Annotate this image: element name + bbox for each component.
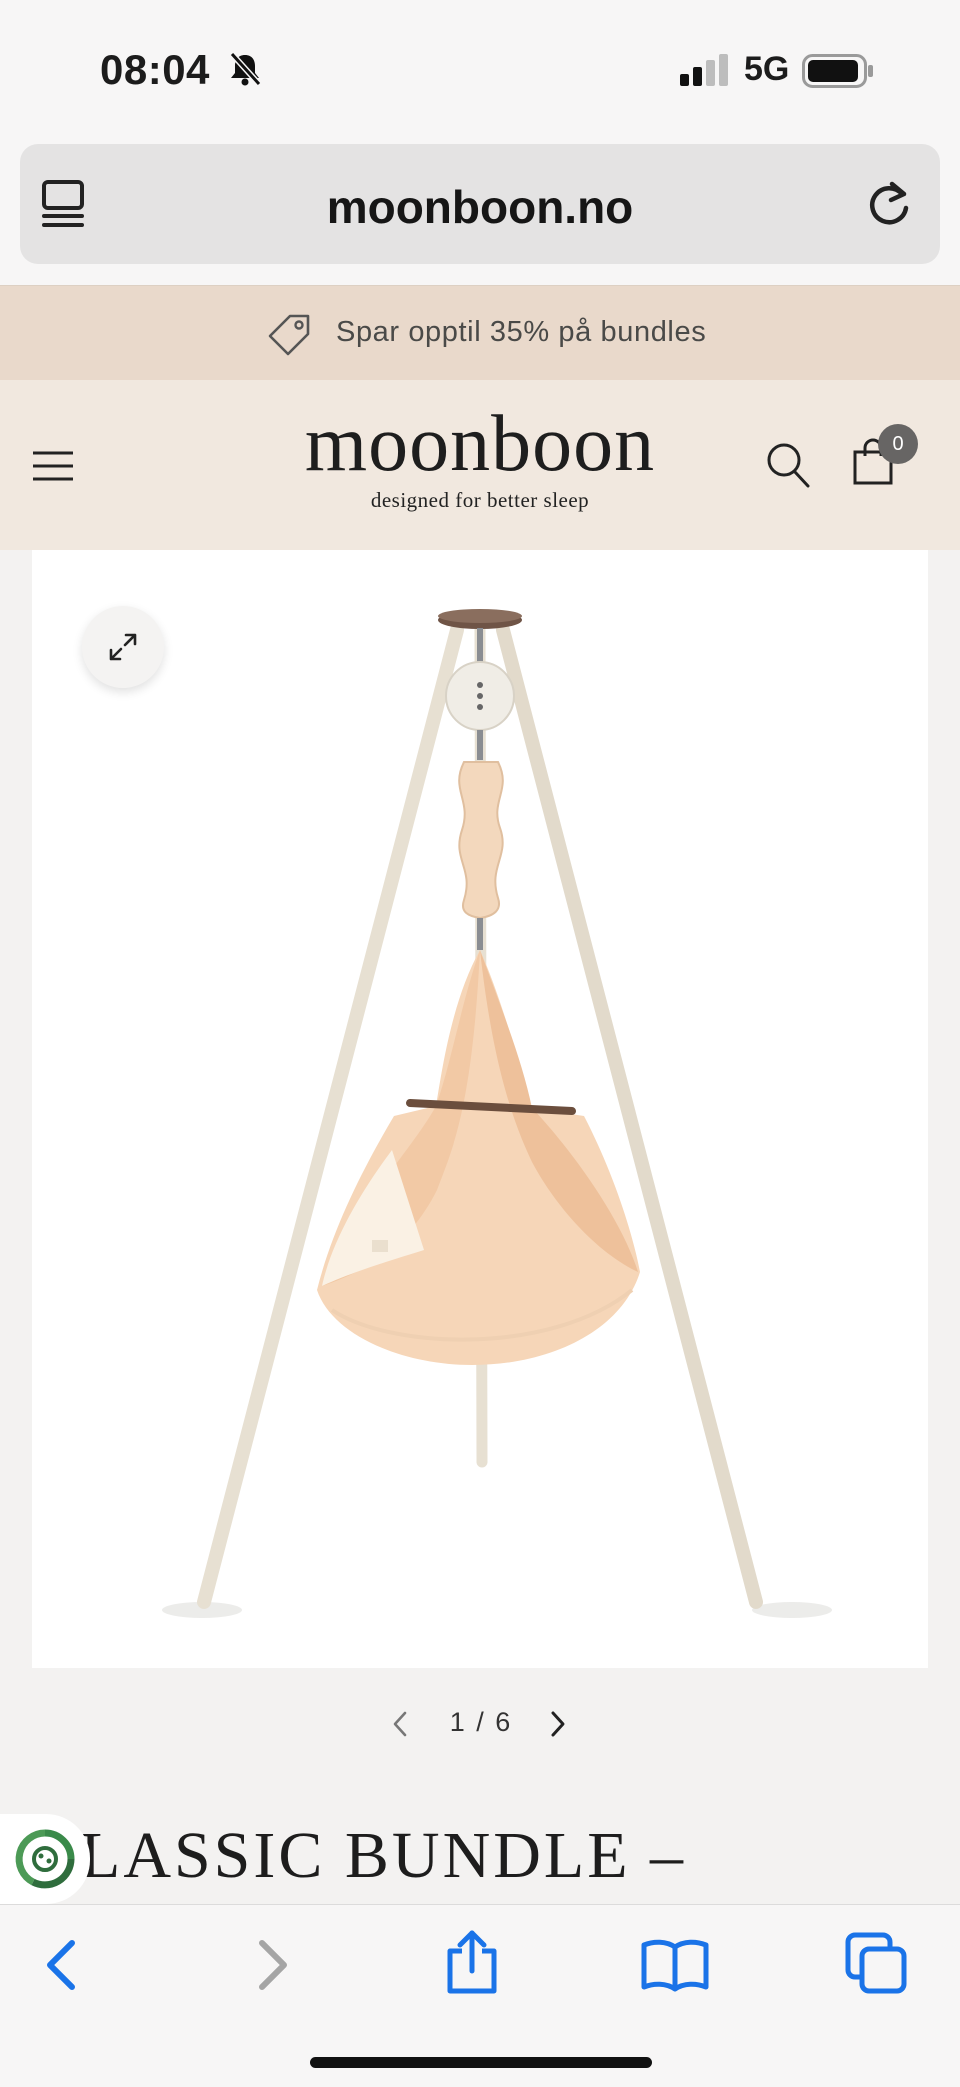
- cart-count-badge[interactable]: 0: [878, 424, 918, 464]
- site-tagline: designed for better sleep: [370, 488, 590, 512]
- product-title: LASSIC BUNDLE –: [80, 1819, 687, 1892]
- chevron-right-icon[interactable]: [548, 1709, 568, 1739]
- price-tag-icon: [268, 314, 310, 356]
- battery-icon: [802, 54, 873, 88]
- browser-toolbar: [0, 1904, 960, 2087]
- gallery-pager: 1 / 6: [0, 1705, 960, 1745]
- search-icon[interactable]: [766, 442, 810, 488]
- status-bar: 08:04 5G: [0, 0, 960, 140]
- expand-icon: [109, 633, 137, 661]
- recycle-icon: [15, 1829, 75, 1889]
- recycle-widget[interactable]: [0, 1814, 90, 1904]
- product-photo-cradle: [162, 609, 832, 1618]
- share-icon[interactable]: [442, 1929, 502, 1995]
- home-indicator: [310, 2057, 652, 2068]
- silent-bell-icon: [229, 51, 262, 87]
- forward-icon[interactable]: [248, 1935, 294, 1995]
- site-header: moonboon designed for better sleep 0: [0, 380, 960, 550]
- browser-chrome: moonboon.no: [0, 140, 960, 285]
- signal-icon: [680, 54, 728, 86]
- back-icon[interactable]: [40, 1935, 86, 1995]
- expand-image-button[interactable]: [82, 606, 164, 688]
- url-text[interactable]: moonboon.no: [20, 180, 940, 234]
- tabs-icon[interactable]: [844, 1931, 910, 1995]
- site-logo[interactable]: moonboon: [0, 404, 960, 484]
- status-time: 08:04: [100, 46, 210, 93]
- chevron-left-icon[interactable]: [390, 1709, 410, 1739]
- product-image[interactable]: [32, 550, 928, 1668]
- address-bar[interactable]: moonboon.no: [20, 144, 940, 264]
- network-type: 5G: [744, 50, 790, 88]
- gallery-counter: 1 / 6: [449, 1707, 513, 1737]
- promo-banner[interactable]: Spar opptil 35% på bundles: [0, 285, 960, 381]
- promo-text[interactable]: Spar opptil 35% på bundles: [336, 316, 706, 349]
- bookmarks-icon[interactable]: [640, 1937, 710, 1993]
- reload-icon[interactable]: [864, 178, 914, 230]
